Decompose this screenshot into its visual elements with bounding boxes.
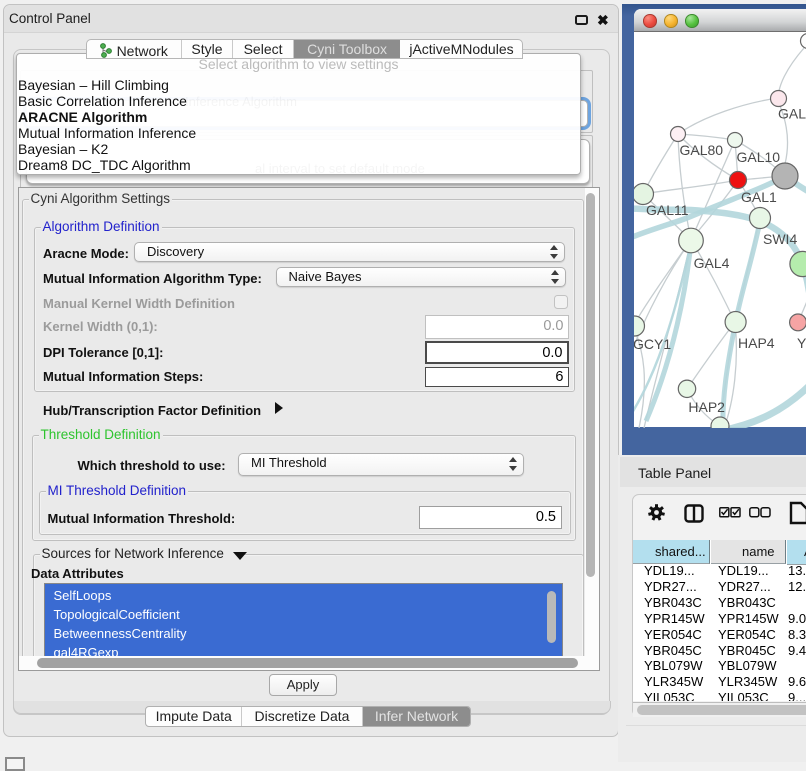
svg-text:YJ: YJ — [797, 335, 806, 351]
svg-text:HAP4: HAP4 — [738, 335, 775, 351]
svg-text:HAP2: HAP2 — [688, 399, 725, 415]
svg-text:GAL1: GAL1 — [741, 189, 777, 205]
svg-text:GAL4: GAL4 — [694, 255, 730, 271]
svg-text:SWI4: SWI4 — [763, 231, 797, 247]
svg-text:GAL7: GAL7 — [778, 106, 806, 122]
svg-text:GAL80: GAL80 — [680, 142, 724, 158]
svg-text:GAL11: GAL11 — [646, 202, 689, 218]
svg-text:GAL10: GAL10 — [737, 149, 781, 165]
svg-text:GCY1: GCY1 — [634, 336, 671, 352]
